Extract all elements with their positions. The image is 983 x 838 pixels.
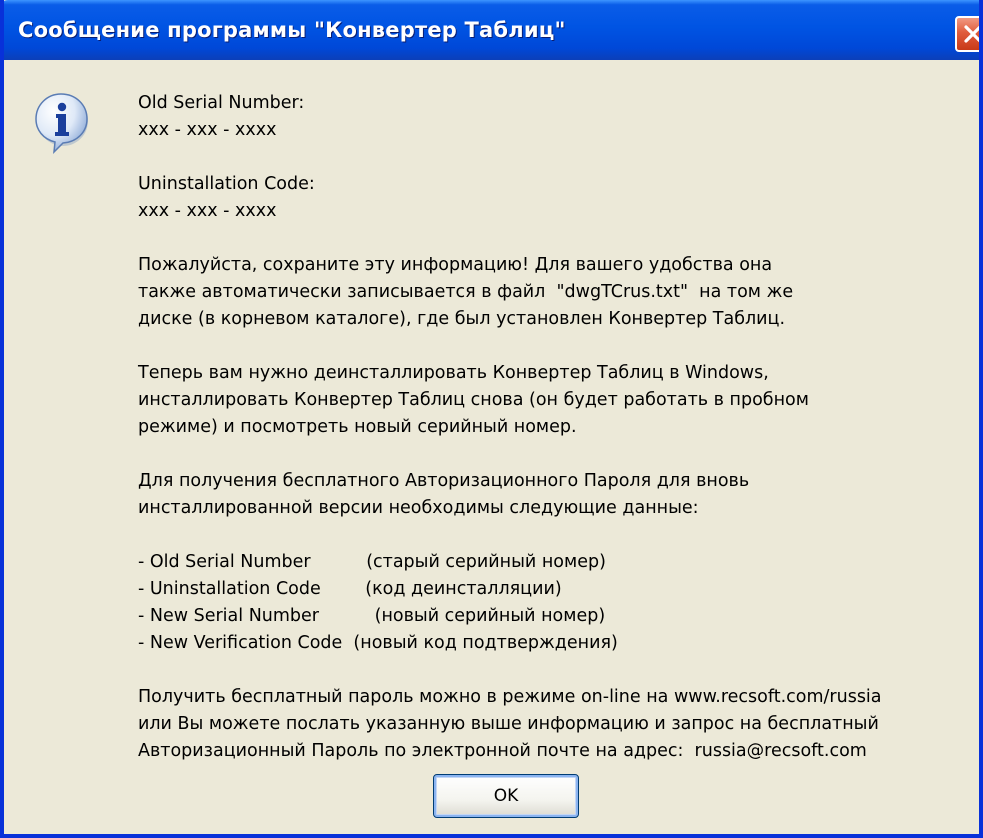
message-line: инсталлированной версии необходимы следу…: [138, 498, 699, 518]
message-line: режиме) и посмотреть новый серийный номе…: [138, 417, 577, 437]
title-bar[interactable]: Сообщение программы "Конвертер Таблиц": [4, 0, 979, 60]
message-line: - Old Serial Number (старый серийный ном…: [138, 552, 606, 572]
message-line: - New Verification Code (новый код подтв…: [138, 633, 618, 653]
close-icon: [964, 25, 979, 43]
message-line: или Вы можете послать указанную выше инф…: [138, 714, 879, 734]
message-line: диске (в корневом каталоге), где был уст…: [138, 309, 786, 329]
message-line: также автоматически записывается в файл …: [138, 282, 794, 302]
dialog-content: Old Serial Number: xxx - xxx - xxxx Unins…: [4, 60, 979, 834]
message-line: - Uninstallation Code (код деинсталляции…: [138, 579, 562, 599]
message-line: xxx - xxx - xxxx: [138, 201, 277, 221]
message-line: Теперь вам нужно деинсталлировать Конвер…: [138, 363, 769, 383]
message-line: инсталлировать Конвертер Таблиц снова (о…: [138, 390, 809, 410]
info-icon: [35, 93, 88, 154]
message-line: Uninstallation Code:: [138, 174, 315, 194]
message-line: Авторизационный Пароль по электронной по…: [138, 741, 867, 761]
message-line: xxx - xxx - xxxx: [138, 120, 277, 140]
message-line: Пожалуйста, сохраните эту информацию! Дл…: [138, 255, 773, 275]
ok-button[interactable]: OK: [433, 774, 579, 818]
window-title: Сообщение программы "Конвертер Таблиц": [18, 18, 566, 42]
message-line: Для получения бесплатного Авторизационно…: [138, 471, 750, 491]
message-line: Получить бесплатный пароль можно в режим…: [138, 687, 882, 707]
message-text: Old Serial Number: xxx - xxx - xxxx Unins…: [138, 90, 968, 765]
dialog-window: Сообщение программы "Конвертер Таблиц" O…: [0, 0, 983, 838]
close-button[interactable]: [955, 16, 979, 52]
message-line: Old Serial Number:: [138, 93, 305, 113]
message-line: - New Serial Number (новый серийный номе…: [138, 606, 606, 626]
